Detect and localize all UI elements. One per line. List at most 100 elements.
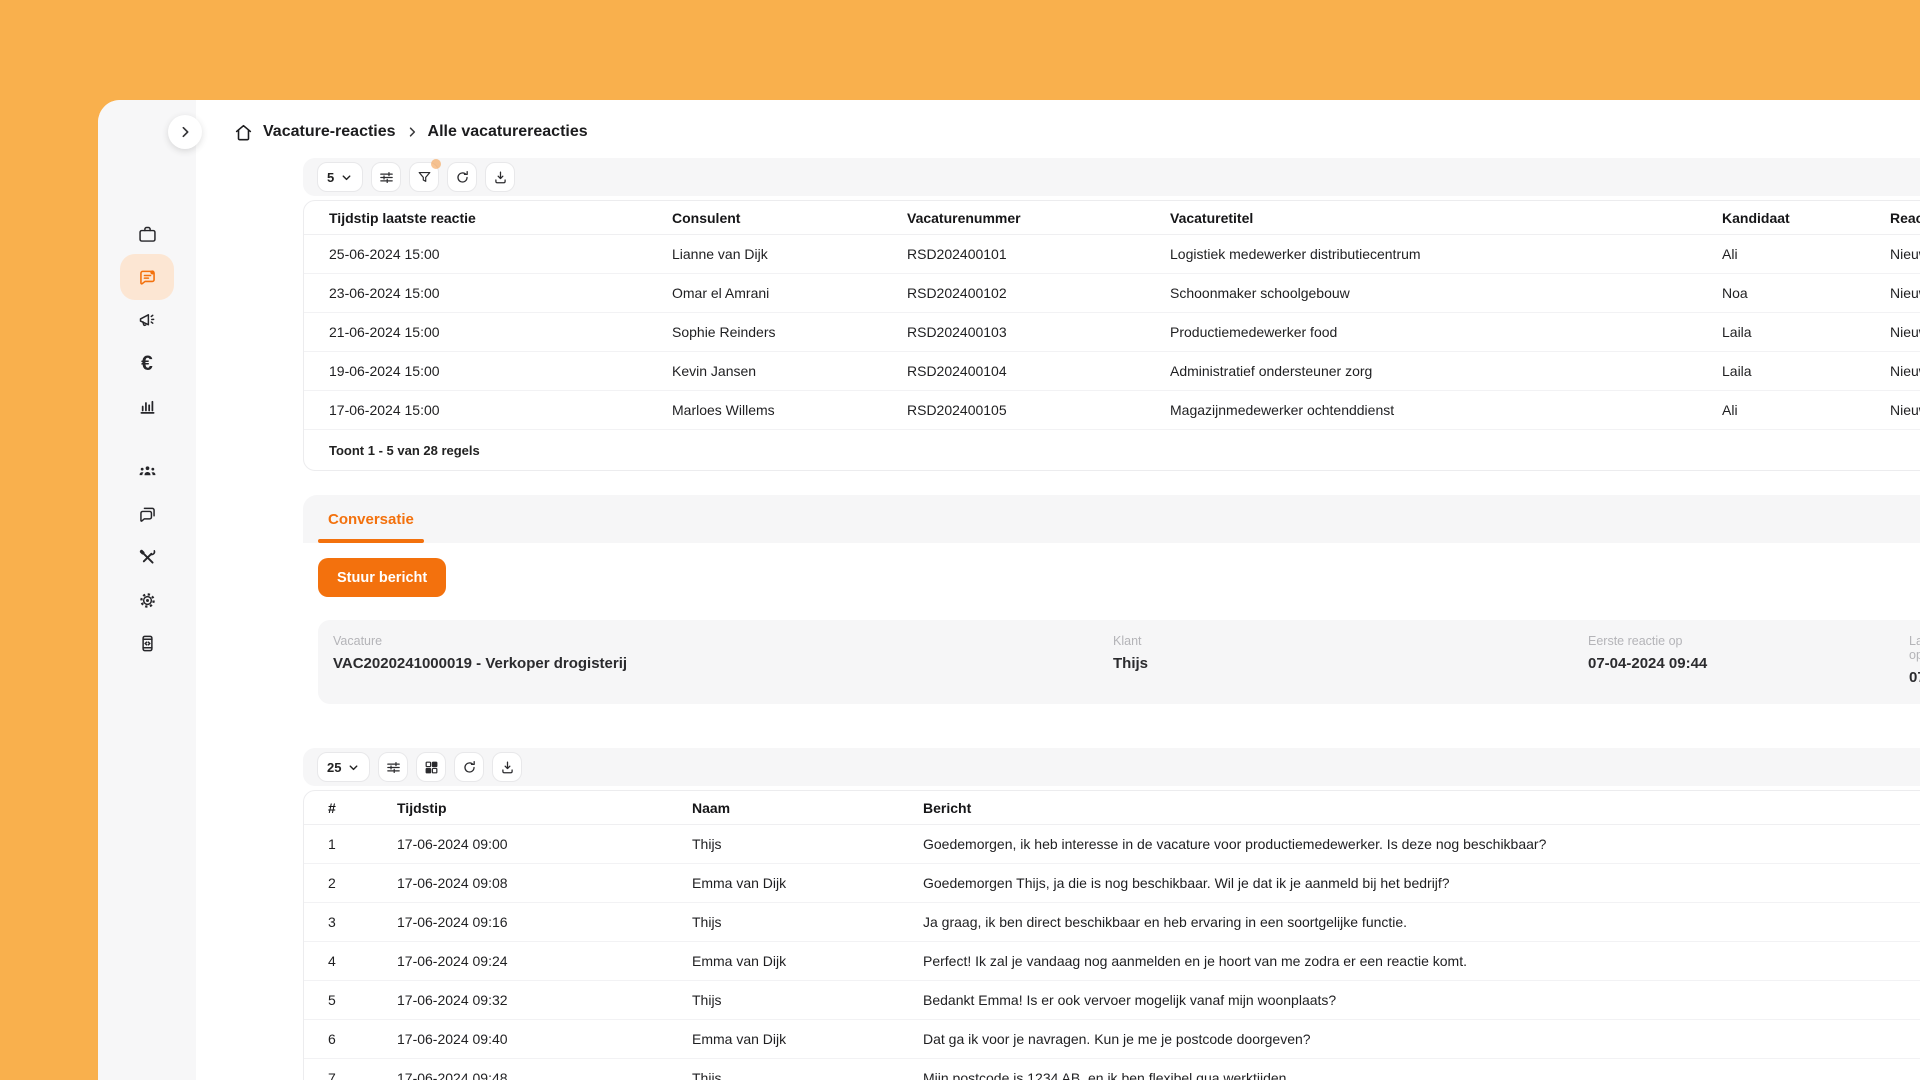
sidebar-expand-button[interactable] [168,115,202,149]
table-cell: 17-06-2024 09:40 [397,1020,692,1059]
table-row[interactable]: 417-06-2024 09:24Emma van DijkPerfect! I… [304,942,1920,981]
reactions-filter-button[interactable] [409,162,439,192]
download-icon [492,169,509,186]
table-row[interactable]: 17-06-2024 15:00Marloes WillemsRSD202400… [304,391,1920,430]
reactions-table-header-row: Tijdstip laatste reactie Consulent Vacat… [304,201,1920,235]
table-row[interactable]: 117-06-2024 09:00ThijsGoedemorgen, ik he… [304,825,1920,864]
vacancy-chat-icon [137,267,158,288]
table-row[interactable]: 19-06-2024 15:00Kevin JansenRSD202400104… [304,352,1920,391]
table-cell: 23-06-2024 15:00 [304,274,672,313]
conversation-page-size-select[interactable]: 25 [317,752,370,782]
table-cell: Dat ga ik voor je navragen. Kun je me je… [923,1020,1920,1059]
info-label: Klant [1113,634,1148,648]
sidebar-item-vacature-reacties[interactable] [98,256,196,299]
table-cell: RSD202400104 [907,352,1170,391]
reactions-refresh-button[interactable] [447,162,477,192]
table-cell: Nieuw [1890,391,1920,430]
info-value: VAC2020241000019 - Verkoper drogisterij [333,655,627,672]
conversation-table: # Tijdstip Naam Bericht 117-06-2024 09:0… [304,791,1920,1080]
column-header: Reactiestatus [1890,201,1920,235]
conversation-grid-view-button[interactable] [416,752,446,782]
table-cell: 17-06-2024 09:48 [397,1059,692,1080]
conversation-table-card: # Tijdstip Naam Bericht 117-06-2024 09:0… [303,790,1920,1080]
home-icon[interactable] [233,122,254,143]
conversation-toolbar: 25 [303,748,1920,786]
info-value: Thijs [1113,655,1148,672]
reactions-table: Tijdstip laatste reactie Consulent Vacat… [304,201,1920,430]
table-cell: Goedemorgen Thijs, ja die is nog beschik… [923,864,1920,903]
conversation-table-header-row: # Tijdstip Naam Bericht [304,791,1920,825]
table-cell: Mijn postcode is 1234 AB, en ik ben flex… [923,1059,1920,1080]
reactions-page-size-select[interactable]: 5 [317,162,363,192]
table-cell: 7 [304,1059,397,1080]
code-box-icon [137,633,158,654]
reactions-table-card: Tijdstip laatste reactie Consulent Vacat… [303,200,1920,471]
chevron-down-icon [347,761,360,774]
megaphone-icon [137,310,158,331]
chevron-right-icon [177,124,193,140]
info-label: Vacature [333,634,627,648]
column-header: # [304,791,397,825]
sidebar-item-kandidaten[interactable] [98,450,196,493]
reactions-download-button[interactable] [485,162,515,192]
table-cell: 5 [304,981,397,1020]
table-cell: Emma van Dijk [692,1020,923,1059]
column-header: Naam [692,791,923,825]
sidebar-item-rapportages[interactable] [98,385,196,428]
table-cell: 3 [304,903,397,942]
info-eerste-reactie: Eerste reactie op 07-04-2024 09:44 [1588,634,1707,672]
conversation-download-button[interactable] [492,752,522,782]
table-row[interactable]: 717-06-2024 09:48ThijsMijn postcode is 1… [304,1059,1920,1080]
sidebar-item-vacatures[interactable] [98,213,196,256]
refresh-icon [461,759,478,776]
sidebar-item-berichten[interactable] [98,493,196,536]
sidebar-item-instellingen[interactable] [98,579,196,622]
table-row[interactable]: 317-06-2024 09:16ThijsJa graag, ik ben d… [304,903,1920,942]
app-canvas: € [0,0,1920,1080]
table-cell: RSD202400105 [907,391,1170,430]
table-row[interactable]: 217-06-2024 09:08Emma van DijkGoedemorge… [304,864,1920,903]
table-cell: 17-06-2024 09:32 [397,981,692,1020]
people-icon [137,461,158,482]
sidebar-item-beheer[interactable] [98,536,196,579]
table-cell: Nieuw [1890,235,1920,274]
sidebar-item-integraties[interactable] [98,622,196,665]
sidebar: € [98,100,196,1080]
table-row[interactable]: 25-06-2024 15:00Lianne van DijkRSD202400… [304,235,1920,274]
table-cell: Omar el Amrani [672,274,907,313]
breadcrumb: Vacature-reacties Alle vacaturereacties [233,116,588,148]
column-header: Vacaturenummer [907,201,1170,235]
content-area: Vacature-reacties Alle vacaturereacties … [196,100,1920,1080]
table-row[interactable]: 21-06-2024 15:00Sophie ReindersRSD202400… [304,313,1920,352]
table-cell: Emma van Dijk [692,942,923,981]
tab-conversatie[interactable]: Conversatie [318,495,424,543]
table-cell: Goedemorgen, ik heb interesse in de vaca… [923,825,1920,864]
table-cell: 6 [304,1020,397,1059]
chevron-right-icon [405,125,419,139]
breadcrumb-item-vacature-reacties[interactable]: Vacature-reacties [263,123,396,141]
sidebar-item-financieel[interactable]: € [98,342,196,385]
sidebar-item-campagnes[interactable] [98,299,196,342]
table-row[interactable]: 517-06-2024 09:32ThijsBedankt Emma! Is e… [304,981,1920,1020]
table-cell: 21-06-2024 15:00 [304,313,672,352]
table-cell: Magazijnmedewerker ochtenddienst [1170,391,1722,430]
table-row[interactable]: 617-06-2024 09:40Emma van DijkDat ga ik … [304,1020,1920,1059]
table-cell: Nieuw [1890,352,1920,391]
conversation-info-bar: Vacature VAC2020241000019 - Verkoper dro… [318,620,1920,704]
breadcrumb-item-alle-vacaturereacties[interactable]: Alle vacaturereacties [428,123,588,141]
table-cell: Nieuw [1890,274,1920,313]
send-message-button[interactable]: Stuur bericht [318,558,446,597]
table-cell: 17-06-2024 09:24 [397,942,692,981]
table-cell: Productiemedewerker food [1170,313,1722,352]
table-cell: Logistiek medewerker distributiecentrum [1170,235,1722,274]
table-cell: 17-06-2024 09:08 [397,864,692,903]
table-cell: 17-06-2024 15:00 [304,391,672,430]
download-icon [499,759,516,776]
column-header: Tijdstip laatste reactie [304,201,672,235]
table-cell: Administratief ondersteuner zorg [1170,352,1722,391]
table-row[interactable]: 23-06-2024 15:00Omar el AmraniRSD2024001… [304,274,1920,313]
conversation-column-settings-button[interactable] [378,752,408,782]
reactions-column-settings-button[interactable] [371,162,401,192]
info-vacature: Vacature VAC2020241000019 - Verkoper dro… [333,634,627,672]
conversation-refresh-button[interactable] [454,752,484,782]
